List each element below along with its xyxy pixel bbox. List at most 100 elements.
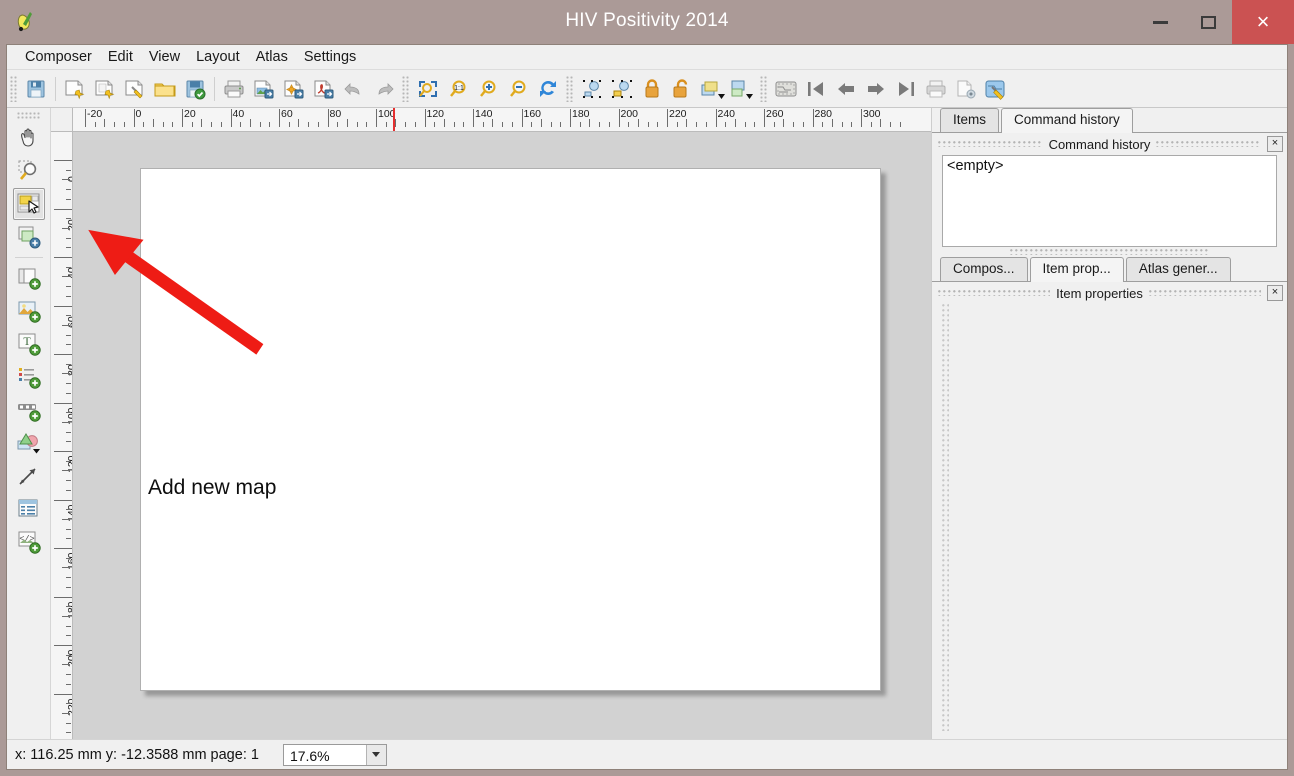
maximize-button[interactable] [1184, 0, 1232, 44]
ruler-minor-tick [560, 122, 562, 127]
window-title: HIV Positivity 2014 [565, 10, 729, 31]
pan-hand-icon[interactable] [13, 122, 45, 154]
zoom-full-icon[interactable] [413, 74, 443, 104]
redo-icon[interactable] [369, 74, 399, 104]
tab-command-history[interactable]: Command history [1001, 108, 1133, 133]
atlas-next-icon[interactable] [861, 74, 891, 104]
export-pdf-icon[interactable] [309, 74, 339, 104]
ruler-minor-tick [637, 119, 639, 127]
close-button[interactable]: × [1232, 0, 1294, 44]
command-history-close-icon[interactable]: × [1267, 136, 1283, 152]
zoom-out-icon[interactable] [503, 74, 533, 104]
select-move-item-icon[interactable] [12, 188, 45, 220]
zoom-magnifier-icon[interactable] [13, 155, 45, 187]
menu-settings[interactable]: Settings [296, 47, 364, 67]
ruler-minor-tick [66, 315, 71, 317]
tools-toolbar-grip[interactable] [16, 112, 41, 119]
toolbar-grip[interactable] [402, 75, 410, 102]
composer-page[interactable] [140, 168, 881, 691]
zoom-100-icon[interactable]: 1:1 [443, 74, 473, 104]
new-composer-icon[interactable] [60, 74, 90, 104]
duplicate-composer-icon[interactable] [90, 74, 120, 104]
ruler-label: 180 [572, 108, 590, 120]
tab-atlas-generation[interactable]: Atlas gener... [1125, 257, 1231, 281]
undo-icon[interactable] [339, 74, 369, 104]
ruler-position-marker [392, 108, 395, 131]
add-attribute-table-icon[interactable] [13, 493, 45, 525]
item-properties-grip[interactable] [942, 304, 949, 731]
lower-items-icon[interactable] [727, 74, 757, 104]
ruler-major-tick [54, 499, 72, 501]
export-image-icon[interactable] [249, 74, 279, 104]
print-icon[interactable] [219, 74, 249, 104]
tab-item-properties[interactable]: Item prop... [1029, 257, 1124, 282]
add-html-frame-icon[interactable]: </> [13, 526, 45, 558]
composer-canvas[interactable]: Add new map [73, 132, 931, 739]
menu-atlas[interactable]: Atlas [248, 47, 296, 67]
atlas-first-icon[interactable] [801, 74, 831, 104]
toolbar-grip[interactable] [566, 75, 574, 102]
ruler-label: 220 [669, 108, 687, 120]
save-project-icon[interactable] [21, 74, 51, 104]
tab-items[interactable]: Items [940, 108, 1000, 132]
command-history-list[interactable]: <empty> [942, 155, 1277, 247]
zoom-level-value[interactable]: 17.6% [284, 745, 366, 765]
toolbar-grip[interactable] [760, 75, 768, 102]
right-dock: Items Command history Command history × … [931, 108, 1287, 739]
save-as-template-icon[interactable] [180, 74, 210, 104]
atlas-settings-icon[interactable] [981, 74, 1011, 104]
vertical-ruler[interactable]: 020406080100120140160180200220 [51, 132, 73, 739]
ruler-minor-tick [66, 654, 71, 656]
lock-items-icon[interactable] [637, 74, 667, 104]
export-svg-icon[interactable] [279, 74, 309, 104]
add-label-icon[interactable]: T [13, 328, 45, 360]
menu-layout[interactable]: Layout [188, 47, 248, 67]
ungroup-items-icon[interactable] [607, 74, 637, 104]
add-shape-icon[interactable] [13, 427, 45, 459]
add-legend-icon[interactable] [13, 361, 45, 393]
chevron-down-icon[interactable] [365, 744, 386, 765]
move-item-content-icon[interactable] [13, 221, 45, 253]
tab-composition[interactable]: Compos... [940, 257, 1028, 281]
zoom-in-icon[interactable] [473, 74, 503, 104]
menu-edit[interactable]: Edit [100, 47, 141, 67]
group-items-icon[interactable] [577, 74, 607, 104]
dock-grip-left[interactable] [938, 290, 1051, 296]
toolbar-grip[interactable] [10, 75, 18, 102]
zoom-level-combobox[interactable]: 17.6% [282, 743, 387, 766]
ruler-minor-tick [831, 119, 833, 127]
atlas-previous-icon[interactable] [831, 74, 861, 104]
ruler-major-tick [54, 596, 72, 598]
ruler-minor-tick [66, 431, 71, 433]
refresh-icon[interactable] [533, 74, 563, 104]
raise-items-icon[interactable] [697, 74, 727, 104]
ruler-major-tick [85, 109, 86, 127]
atlas-last-icon[interactable] [891, 74, 921, 104]
ruler-minor-tick [66, 189, 71, 191]
add-image-icon[interactable] [13, 295, 45, 327]
add-arrow-icon[interactable] [13, 460, 45, 492]
dock-splitter[interactable] [932, 247, 1287, 257]
atlas-print-icon[interactable] [921, 74, 951, 104]
add-scalebar-icon[interactable] [13, 394, 45, 426]
command-history-empty-item[interactable]: <empty> [947, 158, 1272, 174]
ruler-label: 280 [814, 108, 833, 120]
unlock-items-icon[interactable] [667, 74, 697, 104]
dock-grip-left[interactable] [938, 141, 1043, 147]
menu-view[interactable]: View [141, 47, 188, 67]
load-from-template-icon[interactable] [150, 74, 180, 104]
minimize-button[interactable] [1136, 0, 1184, 44]
dock-grip-right[interactable] [1156, 141, 1261, 147]
ruler-minor-tick [62, 227, 70, 229]
dock-grip-right[interactable] [1148, 290, 1262, 296]
composer-manager-icon[interactable] [120, 74, 150, 104]
atlas-preview-icon[interactable] [771, 74, 801, 104]
horizontal-ruler[interactable]: -20 0 20 40 60 80 100 120 140 160 180 200 220 240 260 2… [73, 108, 931, 132]
atlas-export-image-icon[interactable] [951, 74, 981, 104]
ruler-minor-tick [66, 286, 71, 288]
ruler-minor-tick [152, 119, 154, 127]
ruler-minor-tick [66, 635, 71, 637]
add-new-map-icon[interactable] [13, 262, 45, 294]
menu-composer[interactable]: Composer [17, 47, 100, 67]
item-properties-close-icon[interactable]: × [1267, 285, 1284, 301]
